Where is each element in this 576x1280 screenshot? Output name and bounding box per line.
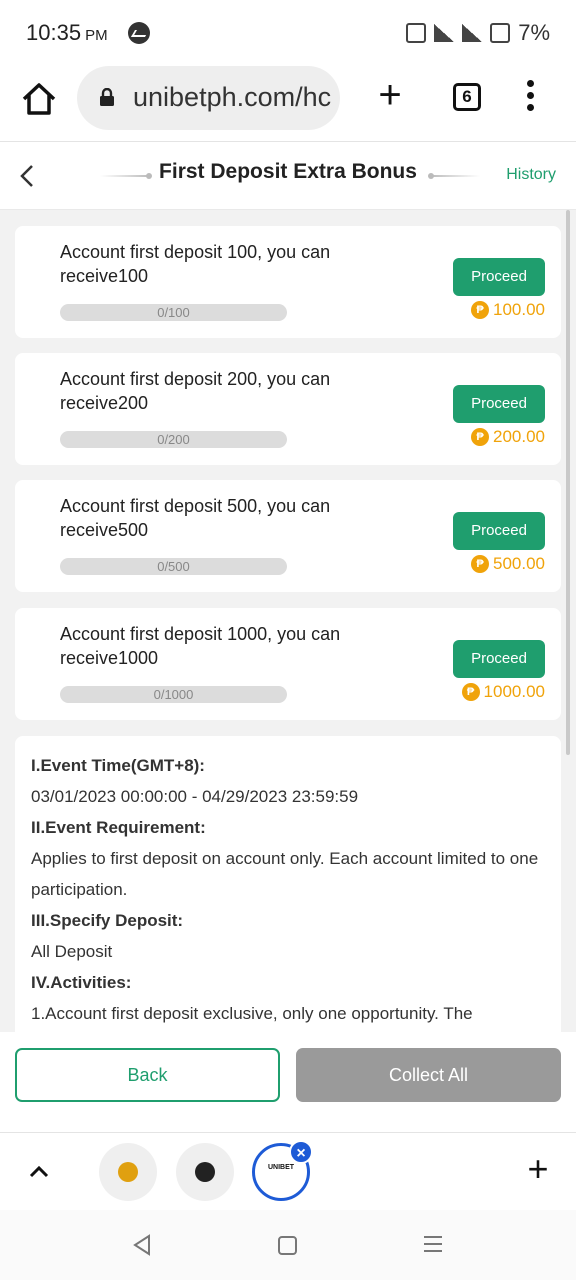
reward-value: 500.00 (493, 554, 545, 573)
active-tab-label: UNIBET (267, 1164, 295, 1171)
deposit-heading: III.Specify Deposit: (31, 911, 184, 930)
requirement-heading: II.Event Requirement: (31, 818, 206, 837)
progress-bar: 0/100 (60, 304, 287, 321)
progress-label: 0/200 (157, 432, 190, 447)
task-description: Account first deposit 1000, you can rece… (60, 624, 341, 668)
lock-icon (100, 88, 114, 106)
bonus-content[interactable]: Account first deposit 100, you can recei… (0, 210, 576, 1032)
title-decoration-right (428, 173, 480, 179)
status-bar: 10:35 PM 7% (0, 0, 576, 64)
nav-home-icon[interactable] (278, 1236, 297, 1255)
reward-amount: ₱ 1000.00 (461, 682, 545, 702)
page-header: First Deposit Extra Bonus History (0, 142, 576, 210)
reward-amount: ₱ 500.00 (471, 554, 545, 574)
globe-icon (195, 1162, 215, 1182)
progress-bar: 0/200 (60, 431, 287, 448)
proceed-button[interactable]: Proceed (453, 258, 545, 296)
progress-bar: 0/500 (60, 558, 287, 575)
coin-icon: ₱ (471, 555, 489, 573)
nav-back-icon[interactable] (132, 1234, 152, 1256)
status-icons: 7% (406, 20, 550, 46)
deposit-value: All Deposit (31, 942, 113, 961)
proceed-button[interactable]: Proceed (453, 385, 545, 423)
progress-label: 0/500 (157, 559, 190, 574)
task-description: Account first deposit 200, you can recei… (60, 369, 331, 413)
history-link[interactable]: History (506, 166, 556, 184)
task-card: Account first deposit 500, you can recei… (15, 480, 561, 592)
task-description: Account first deposit 500, you can recei… (60, 496, 331, 540)
progress-label: 0/1000 (153, 687, 194, 702)
proceed-button[interactable]: Proceed (453, 640, 545, 678)
proceed-button[interactable]: Proceed (453, 512, 545, 550)
messenger-icon (128, 22, 150, 44)
progress-label: 0/100 (157, 305, 190, 320)
new-tab-icon[interactable]: + (374, 75, 406, 115)
coin-icon: ₱ (471, 301, 489, 319)
status-time-value: 10:35 (26, 20, 82, 45)
bottom-actions: Back Collect All (0, 1032, 576, 1132)
vibrate-icon (406, 23, 427, 43)
browser-tab-bar: UNIBET × + (0, 1132, 576, 1210)
event-time-value: 03/01/2023 00:00:00 - 04/29/2023 23:59:5… (31, 787, 359, 806)
task-description: Account first deposit 100, you can recei… (60, 242, 331, 286)
nav-recents-icon[interactable] (424, 1236, 442, 1254)
collect-all-button[interactable]: Collect All (296, 1048, 561, 1102)
battery-icon (490, 23, 511, 43)
coin-icon: ₱ (461, 683, 480, 701)
scrollbar[interactable] (566, 210, 570, 755)
requirement-value: Applies to first deposit on account only… (31, 849, 539, 899)
home-icon[interactable] (20, 80, 58, 118)
reward-amount: ₱ 200.00 (471, 427, 545, 447)
overflow-menu-icon[interactable] (520, 80, 540, 116)
coin-icon: ₱ (471, 428, 489, 446)
tab-switcher-button[interactable]: 6 (453, 83, 481, 111)
activities-heading: IV.Activities: (31, 973, 132, 992)
add-tab-icon[interactable]: + (524, 1151, 552, 1187)
system-nav-bar (0, 1210, 576, 1280)
task-card: Account first deposit 200, you can recei… (15, 353, 561, 465)
tab-thumbnail-active[interactable]: UNIBET × (252, 1140, 313, 1201)
status-ampm: PM (85, 27, 108, 44)
progress-bar: 0/1000 (60, 686, 287, 703)
reward-value: 100.00 (493, 300, 545, 319)
task-card: Account first deposit 1000, you can rece… (15, 608, 561, 720)
reward-value: 1000.00 (483, 682, 545, 701)
activities-value: 1.Account first deposit exclusive, only … (31, 1004, 473, 1023)
event-time-heading: I.Event Time(GMT+8): (31, 756, 205, 775)
tab-thumbnail[interactable] (99, 1143, 157, 1201)
task-card: Account first deposit 100, you can recei… (15, 226, 561, 338)
status-time: 10:35 PM (26, 20, 108, 46)
reward-amount: ₱ 100.00 (471, 300, 545, 320)
wifi-icon (434, 24, 455, 42)
browser-toolbar: unibetph.com/hc + 6 (0, 64, 576, 142)
back-button[interactable]: Back (15, 1048, 280, 1102)
event-rules: I.Event Time(GMT+8): 03/01/2023 00:00:00… (15, 736, 561, 1032)
page-title: First Deposit Extra Bonus (159, 160, 417, 183)
tab-thumbnail[interactable] (176, 1143, 234, 1201)
chevron-up-icon[interactable] (28, 1161, 50, 1183)
site-favicon-icon (118, 1162, 138, 1182)
url-text: unibetph.com/hc (133, 82, 332, 112)
address-bar[interactable]: unibetph.com/hc (77, 66, 340, 130)
signal-icon (462, 24, 483, 42)
reward-value: 200.00 (493, 427, 545, 446)
battery-percent: 7% (518, 20, 550, 45)
close-tab-icon[interactable]: × (289, 1140, 313, 1164)
